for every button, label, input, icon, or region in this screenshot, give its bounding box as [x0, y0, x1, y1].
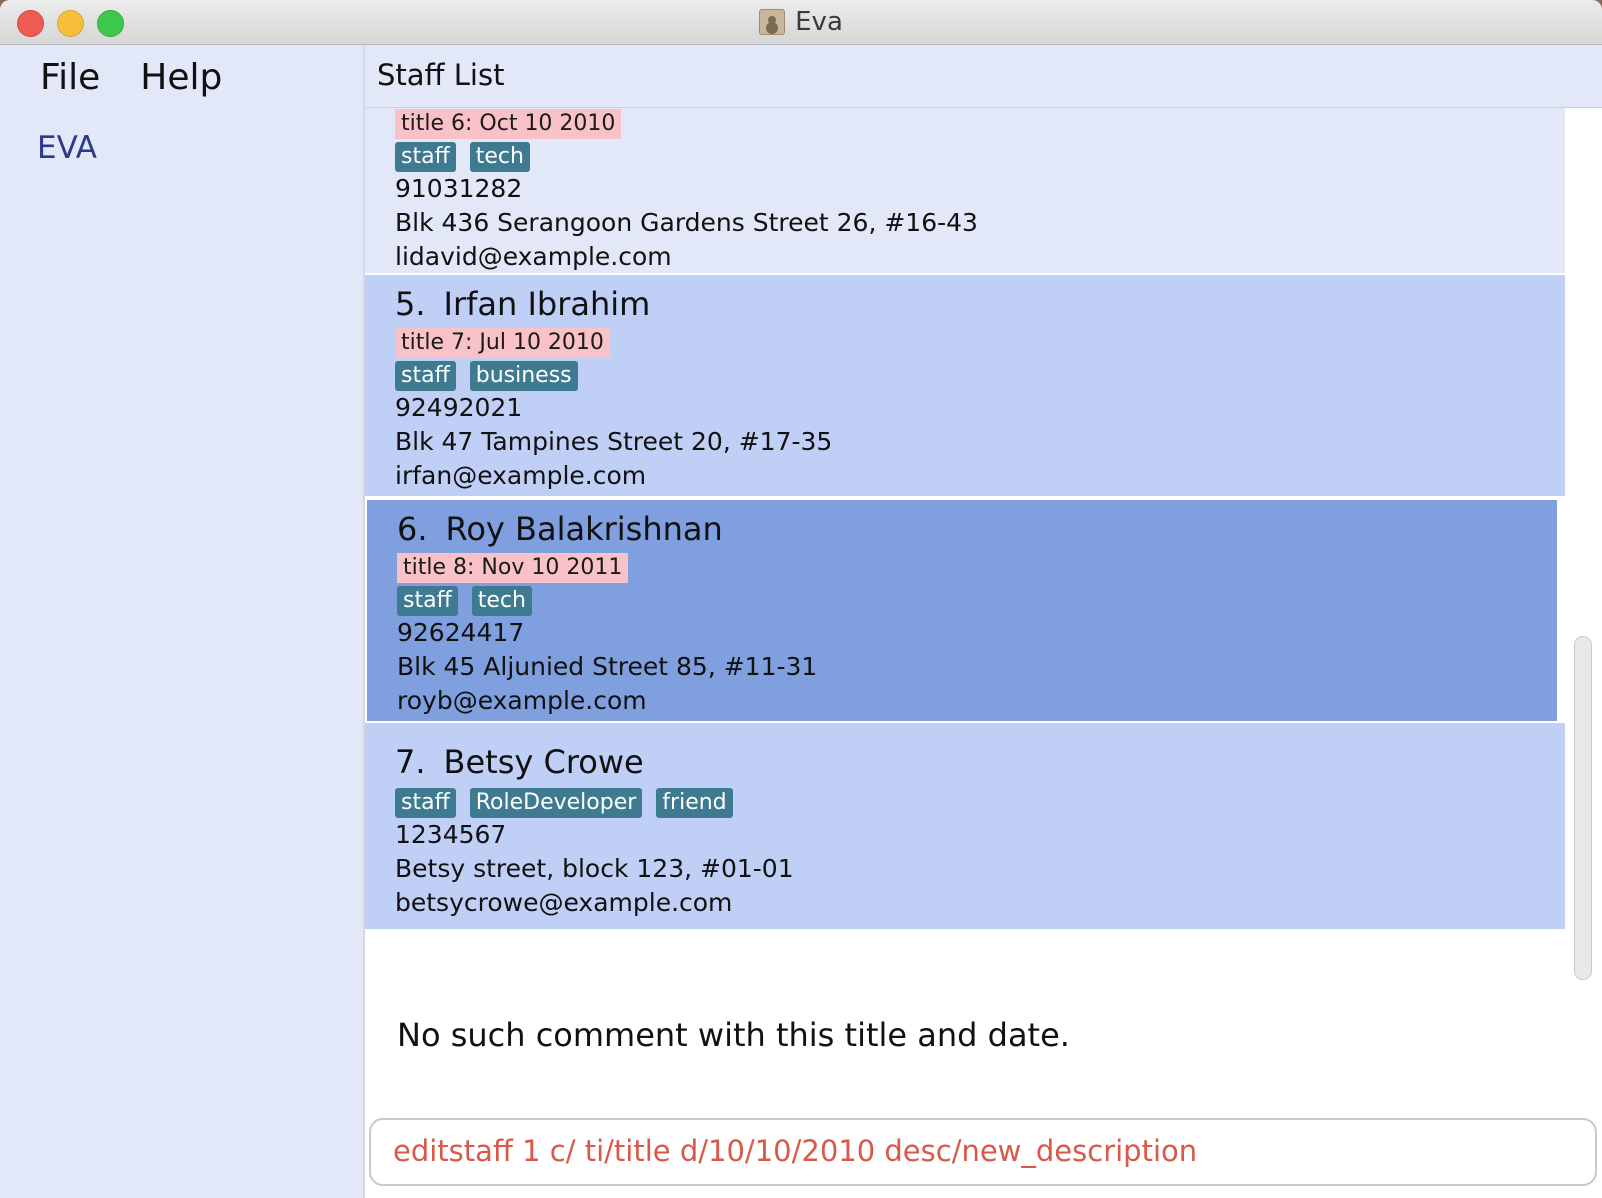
staff-index: 6. — [397, 510, 428, 548]
address: Betsy street, block 123, #01-01 — [395, 854, 794, 883]
tag: staff — [395, 788, 456, 818]
main-panel: Staff List title 6: Oct 10 2010 staff te… — [365, 45, 1602, 1198]
command-input[interactable]: editstaff 1 c/ ti/title d/10/10/2010 des… — [369, 1118, 1597, 1186]
comment-tag: title 8: Nov 10 2011 — [397, 553, 629, 583]
tag: staff — [397, 586, 458, 616]
window-title-text: Eva — [795, 7, 843, 37]
tag: staff — [395, 142, 456, 172]
comment-tag: title 6: Oct 10 2010 — [395, 109, 622, 139]
staff-list-header: Staff List — [365, 45, 1602, 108]
app-icon — [759, 9, 786, 35]
staff-name-text: Roy Balakrishnan — [445, 510, 723, 548]
scrollbar-thumb[interactable] — [1574, 636, 1592, 980]
address: Blk 45 Aljunied Street 85, #11-31 — [397, 652, 818, 681]
tag-list: staff tech — [395, 142, 1565, 172]
phone: 92624417 — [397, 618, 525, 647]
address: Blk 436 Serangoon Gardens Street 26, #16… — [395, 208, 978, 237]
phone: 91031282 — [395, 174, 523, 203]
tag: friend — [656, 788, 733, 818]
email: irfan@example.com — [395, 461, 647, 490]
phone: 1234567 — [395, 820, 507, 849]
command-input-value[interactable]: editstaff 1 c/ ti/title d/10/10/2010 des… — [393, 1134, 1197, 1168]
tag-list: staff business — [395, 361, 1565, 391]
comment-tag: title 7: Jul 10 2010 — [395, 328, 610, 358]
email: royb@example.com — [397, 686, 647, 715]
tag: RoleDeveloper — [469, 788, 643, 818]
window-title: Eva — [0, 0, 1602, 44]
staff-card[interactable]: 7. Betsy Crowe staff RoleDeveloper friend… — [365, 723, 1565, 931]
app-brand: EVA — [37, 130, 98, 166]
menu-help[interactable]: Help — [140, 57, 222, 98]
staff-index: 5. — [395, 285, 426, 323]
list-scrollbar[interactable] — [1572, 108, 1594, 988]
staff-name: 5. Irfan Ibrahim — [395, 281, 1565, 327]
staff-card[interactable]: title 6: Oct 10 2010 staff tech 91031282… — [365, 108, 1565, 275]
staff-card[interactable]: 5. Irfan Ibrahim title 7: Jul 10 2010 sta… — [365, 275, 1565, 498]
menu-file[interactable]: File — [40, 57, 100, 98]
staff-name-text: Betsy Crowe — [443, 743, 644, 781]
tag: staff — [395, 361, 456, 391]
staff-list-title: Staff List — [377, 58, 505, 92]
staff-index: 7. — [395, 743, 426, 781]
sidebar: File Help EVA — [0, 45, 365, 1198]
app-window: Eva File Help EVA Staff List title 6: Oc… — [0, 0, 1602, 1198]
phone: 92492021 — [395, 393, 523, 422]
staff-name: 6. Roy Balakrishnan — [397, 506, 1557, 552]
email: lidavid@example.com — [395, 242, 672, 271]
staff-list[interactable]: title 6: Oct 10 2010 staff tech 91031282… — [365, 108, 1602, 988]
tag: tech — [471, 586, 532, 616]
address: Blk 47 Tampines Street 20, #17-35 — [395, 427, 833, 456]
staff-name-text: Irfan Ibrahim — [443, 285, 651, 323]
menu-bar: File Help — [40, 57, 222, 98]
email: betsycrowe@example.com — [395, 888, 733, 917]
title-bar: Eva — [0, 0, 1602, 45]
tag-list: staff RoleDeveloper friend — [395, 788, 1565, 818]
tag-list: staff tech — [397, 586, 1557, 616]
tag: tech — [469, 142, 530, 172]
tag: business — [469, 361, 578, 391]
staff-name: 7. Betsy Crowe — [395, 739, 1565, 785]
result-message: No such comment with this title and date… — [397, 1016, 1070, 1054]
staff-card-selected[interactable]: 6. Roy Balakrishnan title 8: Nov 10 2011 … — [365, 498, 1559, 723]
